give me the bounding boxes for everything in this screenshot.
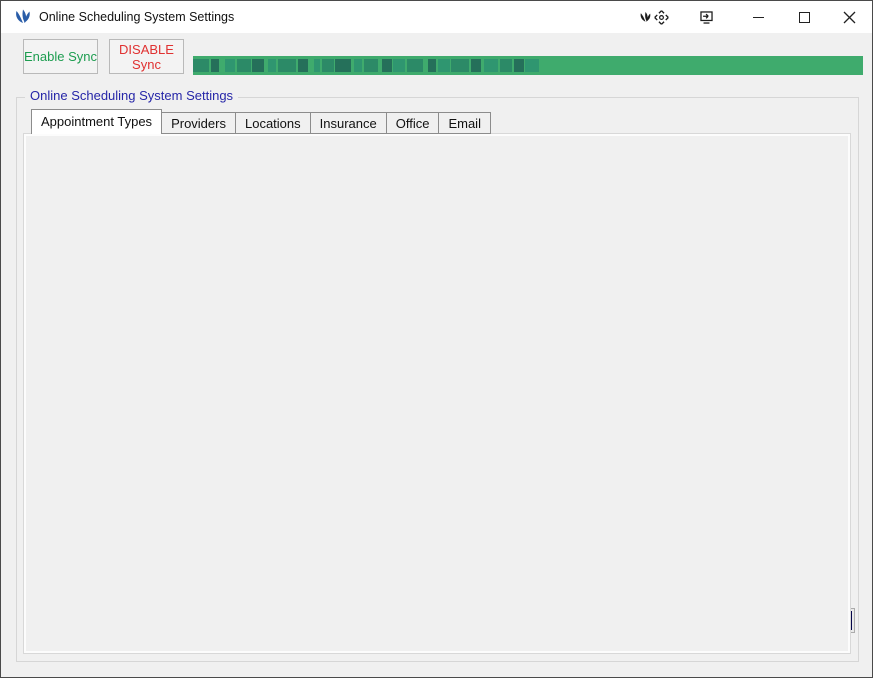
tab-office[interactable]: Office: [387, 112, 440, 134]
close-button[interactable]: [832, 1, 866, 33]
progress-segment: [451, 59, 469, 72]
minimize-button[interactable]: [741, 1, 775, 33]
progress-segment: [298, 59, 308, 72]
progress-segment: [225, 59, 235, 72]
close-icon: [843, 11, 856, 24]
sync-progress-bar: [193, 56, 863, 75]
tab-email[interactable]: Email: [439, 112, 491, 134]
progress-segment: [438, 59, 450, 72]
compass-move-icon[interactable]: [653, 9, 670, 26]
claw-tool-icon[interactable]: [637, 9, 654, 26]
progress-segment: [237, 59, 251, 72]
window-title: Online Scheduling System Settings: [39, 1, 234, 33]
disable-sync-button[interactable]: DISABLE Sync: [109, 39, 184, 74]
progress-segment: [322, 59, 334, 72]
tab-appointment-types[interactable]: Appointment Types: [31, 109, 162, 134]
tab-insurance[interactable]: Insurance: [311, 112, 387, 134]
progress-segment: [407, 59, 423, 72]
progress-segment: [211, 59, 219, 72]
progress-segment: [252, 59, 264, 72]
tab-locations[interactable]: Locations: [236, 112, 311, 134]
progress-segment: [393, 59, 405, 72]
progress-segment: [514, 59, 524, 72]
progress-segment: [278, 59, 296, 72]
maximize-icon: [799, 12, 810, 23]
progress-segment: [484, 59, 498, 72]
progress-segment: [525, 59, 539, 72]
tab-providers[interactable]: Providers: [162, 112, 236, 134]
main-tabstrip: Appointment TypesProvidersLocationsInsur…: [31, 110, 491, 134]
progress-segment: [364, 59, 378, 72]
progress-segment: [354, 59, 362, 72]
title-bar: Online Scheduling System Settings: [1, 1, 872, 33]
groupbox-title: Online Scheduling System Settings: [25, 88, 238, 103]
progress-segment: [428, 59, 436, 72]
progress-segment: [268, 59, 276, 72]
enable-sync-button[interactable]: Enable Sync: [23, 39, 98, 74]
appointment-types-tabpanel: [23, 133, 851, 654]
deploy-to-screen-icon[interactable]: [698, 9, 715, 26]
minimize-icon: [753, 17, 764, 18]
app-window: Online Scheduling System Settings: [0, 0, 873, 678]
app-logo-icon: [13, 7, 33, 27]
progress-segment: [335, 59, 351, 72]
progress-segment: [471, 59, 481, 72]
progress-segment: [193, 59, 209, 72]
maximize-button[interactable]: [787, 1, 821, 33]
progress-segment: [500, 59, 512, 72]
progress-segment: [382, 59, 392, 72]
